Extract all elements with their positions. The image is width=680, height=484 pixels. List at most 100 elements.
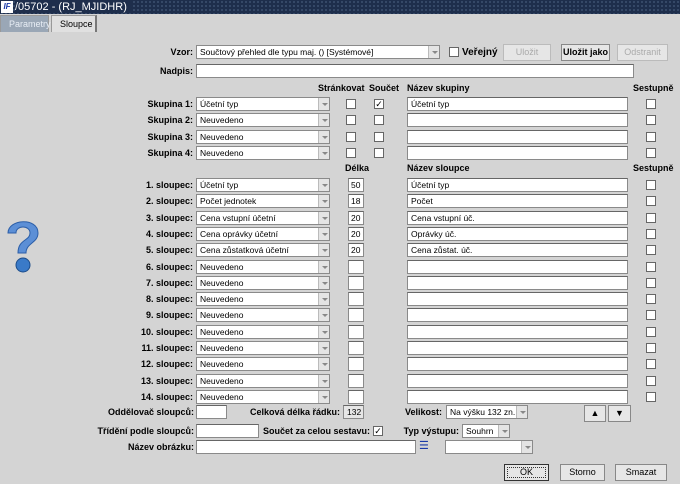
column-name-input[interactable] xyxy=(407,341,628,355)
group-desc-checkbox[interactable] xyxy=(646,131,656,142)
column-name-input[interactable]: Účetní typ xyxy=(407,178,628,192)
select-value: Neuvedeno xyxy=(200,277,244,288)
clear-button[interactable]: Smazat xyxy=(615,464,667,481)
ok-button[interactable]: OK xyxy=(504,464,549,481)
column-select[interactable]: Počet jednotek xyxy=(196,194,330,209)
separator-input[interactable] xyxy=(196,405,227,419)
column-name-input[interactable] xyxy=(407,324,628,339)
column-length-input[interactable]: 18 xyxy=(348,194,364,209)
column-length-input[interactable] xyxy=(348,308,364,323)
column-name-input[interactable] xyxy=(407,373,628,388)
column-desc-checkbox[interactable] xyxy=(646,359,656,370)
column-select[interactable]: Neuvedeno xyxy=(196,389,330,404)
column-length-input[interactable]: 20 xyxy=(348,226,364,241)
column-select[interactable]: Neuvedeno xyxy=(196,341,330,355)
column-name-input[interactable] xyxy=(407,357,628,372)
group-paging-checkbox[interactable] xyxy=(346,115,356,126)
output-type-select[interactable]: Souhrn xyxy=(462,424,510,438)
group-sum-checkbox[interactable] xyxy=(374,131,384,142)
column-name-input[interactable] xyxy=(407,292,628,307)
column-length-input[interactable] xyxy=(348,357,364,372)
help-icon[interactable] xyxy=(2,215,44,275)
column-name-input[interactable]: Počet xyxy=(407,194,628,209)
column-select[interactable]: Neuvedeno xyxy=(196,275,330,290)
column-name-input[interactable] xyxy=(407,259,628,274)
group-name-input[interactable] xyxy=(407,129,628,144)
image-select[interactable] xyxy=(445,440,533,454)
sort-input[interactable] xyxy=(196,424,259,438)
save-as-button[interactable]: Uložit jako xyxy=(561,44,610,61)
group-paging-checkbox[interactable] xyxy=(346,131,356,142)
column-length-input[interactable]: 20 xyxy=(348,210,364,225)
image-input[interactable] xyxy=(196,440,416,454)
move-up-button[interactable]: ▲ xyxy=(584,405,606,422)
public-checkbox[interactable] xyxy=(449,47,459,57)
column-select[interactable]: Cena zůstatková účetní xyxy=(196,243,330,258)
column-select[interactable]: Neuvedeno xyxy=(196,292,330,307)
column-desc-checkbox[interactable] xyxy=(646,391,656,402)
column-desc-checkbox[interactable] xyxy=(646,343,656,353)
group-paging-checkbox[interactable] xyxy=(346,147,356,158)
group-select[interactable]: Neuvedeno xyxy=(196,113,330,128)
column-select[interactable]: Neuvedeno xyxy=(196,308,330,323)
select-value: Neuvedeno xyxy=(200,294,244,305)
list-icon[interactable]: ☰ xyxy=(419,441,429,453)
tab-sloupce[interactable]: Sloupce xyxy=(51,15,97,32)
column-select[interactable]: Neuvedeno xyxy=(196,324,330,339)
group-select[interactable]: Neuvedeno xyxy=(196,145,330,160)
column-name-input[interactable]: Oprávky úč. xyxy=(407,226,628,241)
column-desc-checkbox[interactable] xyxy=(646,196,656,207)
group-desc-checkbox[interactable] xyxy=(646,147,656,158)
column-name-input[interactable] xyxy=(407,275,628,290)
group-name-input[interactable]: Účetní typ xyxy=(407,97,628,111)
column-desc-checkbox[interactable] xyxy=(646,310,656,321)
group-sum-checkbox[interactable] xyxy=(374,115,384,126)
column-desc-checkbox[interactable] xyxy=(646,245,656,256)
column-select[interactable]: Neuvedeno xyxy=(196,357,330,372)
column-desc-checkbox[interactable] xyxy=(646,180,656,190)
column-select[interactable]: Cena oprávky účetní xyxy=(196,226,330,241)
column-desc-checkbox[interactable] xyxy=(646,212,656,223)
vzor-select[interactable]: Součtový přehled dle typu maj. () [Systé… xyxy=(196,45,440,59)
column-length-input[interactable] xyxy=(348,292,364,307)
column-name-input[interactable] xyxy=(407,389,628,404)
column-length-input[interactable] xyxy=(348,324,364,339)
group-select[interactable]: Neuvedeno xyxy=(196,129,330,144)
column-name-input[interactable] xyxy=(407,308,628,323)
group-name-input[interactable] xyxy=(407,113,628,128)
column-desc-checkbox[interactable] xyxy=(646,375,656,386)
group-paging-checkbox[interactable] xyxy=(346,99,356,109)
column-desc-checkbox[interactable] xyxy=(646,326,656,337)
group-select[interactable]: Účetní typ xyxy=(196,97,330,111)
group-name-input[interactable] xyxy=(407,145,628,160)
column-select[interactable]: Účetní typ xyxy=(196,178,330,192)
column-length-input[interactable] xyxy=(348,275,364,290)
column-name-input[interactable]: Cena zůstat. úč. xyxy=(407,243,628,258)
column-length-input[interactable] xyxy=(348,373,364,388)
column-desc-checkbox[interactable] xyxy=(646,228,656,239)
column-desc-checkbox[interactable] xyxy=(646,277,656,288)
nadpis-input[interactable] xyxy=(196,64,634,78)
column-select[interactable]: Cena vstupní účetní xyxy=(196,210,330,225)
column-length-input[interactable]: 50 xyxy=(348,178,364,192)
column-name-input[interactable]: Cena vstupní úč. xyxy=(407,210,628,225)
column-desc-checkbox[interactable] xyxy=(646,261,656,272)
column-desc-checkbox[interactable] xyxy=(646,294,656,305)
remove-button[interactable]: Odstranit xyxy=(617,44,668,61)
group-desc-checkbox[interactable] xyxy=(646,99,656,109)
group-sum-checkbox[interactable]: ✓ xyxy=(374,99,384,109)
column-length-input[interactable]: 20 xyxy=(348,243,364,258)
cancel-button[interactable]: Storno xyxy=(560,464,605,481)
move-down-button[interactable]: ▼ xyxy=(608,405,631,422)
column-length-input[interactable] xyxy=(348,389,364,404)
column-length-input[interactable] xyxy=(348,341,364,355)
column-select[interactable]: Neuvedeno xyxy=(196,259,330,274)
save-button[interactable]: Uložit xyxy=(503,44,551,61)
column-select[interactable]: Neuvedeno xyxy=(196,373,330,388)
column-length-input[interactable] xyxy=(348,259,364,274)
group-desc-checkbox[interactable] xyxy=(646,115,656,126)
grand-total-checkbox[interactable]: ✓ xyxy=(373,426,383,436)
group-sum-checkbox[interactable] xyxy=(374,147,384,158)
tab-parametry[interactable]: Parametry xyxy=(0,15,51,32)
size-select[interactable]: Na výšku 132 zn. xyxy=(446,405,528,419)
